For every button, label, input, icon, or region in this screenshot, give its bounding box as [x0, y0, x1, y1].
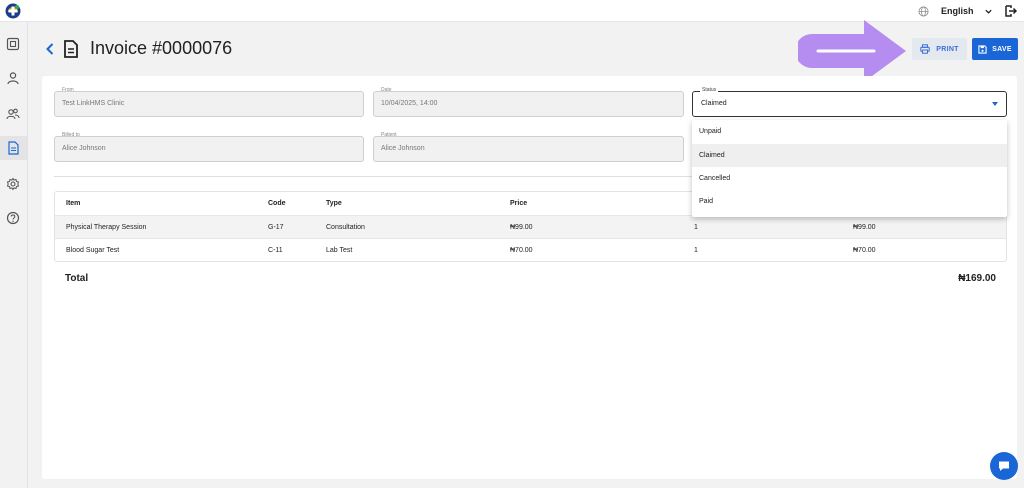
status-option-paid[interactable]: Paid	[692, 190, 1007, 213]
chat-button[interactable]	[990, 452, 1018, 480]
from-label: From	[62, 87, 74, 93]
cell-code: G-17	[268, 224, 284, 231]
cell-code: C-11	[268, 247, 283, 254]
date-field: Date 10/04/2025, 14:00	[373, 87, 684, 117]
cell-type: Consultation	[326, 224, 365, 231]
save-label: SAVE	[992, 45, 1012, 53]
cell-type: Lab Test	[326, 247, 353, 254]
date-value: 10/04/2025, 14:00	[381, 100, 438, 107]
from-field: From Test LinkHMS Clinic	[54, 87, 364, 117]
sidebar	[0, 22, 28, 488]
globe-icon	[918, 6, 929, 16]
column-header-code: Code	[268, 200, 286, 207]
save-button[interactable]: SAVE	[972, 38, 1018, 60]
printer-icon	[920, 44, 930, 54]
users-icon[interactable]	[6, 107, 20, 121]
column-header-item: Item	[66, 200, 81, 207]
cell-qty: 1	[694, 224, 698, 231]
table-row: Blood Sugar Test C-11 Lab Test ₦70.00 1 …	[55, 238, 1006, 261]
status-option-claimed[interactable]: Claimed	[692, 144, 1007, 167]
total-value: ₦169.00	[958, 273, 996, 284]
column-header-type: Type	[326, 200, 342, 207]
invoice-icon	[8, 141, 19, 155]
cell-qty: 1	[694, 247, 698, 254]
date-label: Date	[381, 87, 392, 93]
billed-to-label: Billed to	[62, 132, 80, 138]
help-icon[interactable]	[6, 211, 20, 225]
logo-icon[interactable]	[5, 3, 21, 19]
column-header-price: Price	[510, 200, 528, 207]
chevron-down-icon	[984, 9, 992, 14]
back-icon[interactable]	[44, 41, 56, 57]
billed-to-value: Alice Johnson	[62, 145, 106, 152]
status-select[interactable]: Status Claimed	[692, 87, 1007, 117]
status-dropdown: Unpaid Claimed Cancelled Paid	[692, 120, 1007, 217]
status-value: Claimed	[701, 100, 727, 107]
sidebar-item-invoices[interactable]	[0, 136, 27, 160]
page-title: Invoice #0000076	[90, 38, 233, 58]
total-label: Total	[65, 273, 89, 284]
invoice-title-icon	[64, 40, 78, 58]
language-selector[interactable]: English	[918, 4, 993, 18]
status-label: Status	[700, 87, 719, 93]
patient-value: Alice Johnson	[381, 145, 425, 152]
caret-down-icon	[992, 102, 998, 106]
status-option-cancelled[interactable]: Cancelled	[692, 167, 1007, 190]
cell-price: ₦70.00	[510, 247, 533, 254]
gear-icon[interactable]	[6, 177, 20, 191]
chat-icon	[999, 461, 1009, 471]
table-row: Physical Therapy Session G-17 Consultati…	[55, 215, 1006, 238]
cell-amount: ₦99.00	[853, 224, 876, 231]
logout-icon[interactable]	[1004, 4, 1018, 18]
from-value: Test LinkHMS Clinic	[62, 100, 125, 107]
patient-label: Patient	[381, 132, 397, 138]
cell-item: Physical Therapy Session	[66, 224, 147, 231]
cell-price: ₦99.00	[510, 224, 533, 231]
cell-amount: ₦70.00	[853, 247, 876, 254]
cell-item: Blood Sugar Test	[66, 247, 120, 254]
user-icon[interactable]	[6, 71, 20, 85]
dashboard-icon[interactable]	[6, 37, 20, 51]
status-option-unpaid[interactable]: Unpaid	[692, 120, 1007, 143]
print-label: PRINT	[936, 45, 959, 53]
arrow-annotation	[798, 20, 906, 82]
patient-field: Patient Alice Johnson	[373, 132, 684, 162]
language-label: English	[941, 6, 974, 16]
billed-to-field: Billed to Alice Johnson	[54, 132, 364, 162]
print-button[interactable]: PRINT	[912, 38, 967, 60]
floppy-icon	[978, 44, 987, 54]
